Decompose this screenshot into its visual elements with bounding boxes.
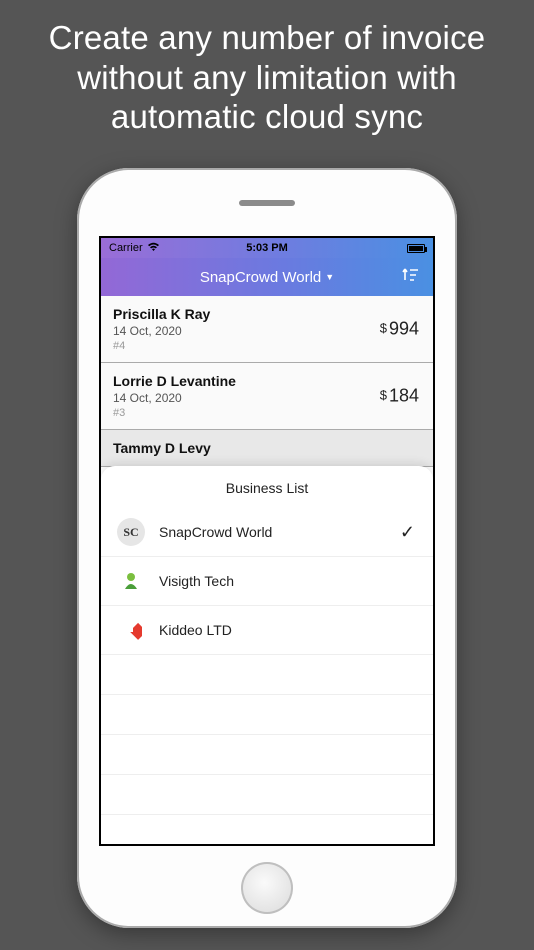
home-button[interactable] bbox=[241, 862, 293, 914]
promo-heading: Create any number of invoice without any… bbox=[0, 0, 534, 137]
clock-label: 5:03 PM bbox=[101, 242, 433, 254]
invoice-id: #4 bbox=[113, 340, 421, 352]
promo-line-2: without any limitation with bbox=[22, 58, 512, 98]
invoice-row[interactable]: Lorrie D Levantine 14 Oct, 2020 #3 $184 bbox=[101, 363, 433, 430]
chevron-down-icon: ▼ bbox=[325, 272, 334, 282]
promo-line-3: automatic cloud sync bbox=[22, 97, 512, 137]
business-logo-icon: SC bbox=[117, 518, 145, 546]
invoice-amount: $184 bbox=[380, 386, 419, 407]
sheet-title: Business List bbox=[101, 480, 433, 508]
phone-frame: Carrier 5:03 PM SnapCrowd World ▼ bbox=[77, 168, 457, 928]
nav-bar: SnapCrowd World ▼ bbox=[101, 258, 433, 296]
invoice-name: Priscilla K Ray bbox=[113, 306, 421, 322]
promo-line-1: Create any number of invoice bbox=[22, 18, 512, 58]
business-name: Kiddeo LTD bbox=[159, 622, 232, 638]
status-bar: Carrier 5:03 PM bbox=[101, 238, 433, 258]
business-item-snapcrowd[interactable]: SC SnapCrowd World ✓ bbox=[101, 508, 433, 557]
battery-icon bbox=[407, 244, 425, 253]
business-logo-icon bbox=[117, 567, 145, 595]
earpiece bbox=[239, 200, 295, 206]
invoice-list[interactable]: Priscilla K Ray 14 Oct, 2020 #4 $994 Lor… bbox=[101, 296, 433, 467]
invoice-row[interactable]: Tammy D Levy bbox=[101, 430, 433, 467]
business-item-visigth[interactable]: Visigth Tech bbox=[101, 557, 433, 606]
business-name: SnapCrowd World bbox=[159, 524, 272, 540]
business-name: Visigth Tech bbox=[159, 573, 234, 589]
invoice-date: 14 Oct, 2020 bbox=[113, 324, 421, 338]
list-separator bbox=[101, 775, 433, 815]
invoice-date: 14 Oct, 2020 bbox=[113, 391, 421, 405]
invoice-row[interactable]: Priscilla K Ray 14 Oct, 2020 #4 $994 bbox=[101, 296, 433, 363]
business-list-sheet: Business List SC SnapCrowd World ✓ Visig… bbox=[101, 466, 433, 844]
business-item-kiddeo[interactable]: Kiddeo LTD bbox=[101, 606, 433, 655]
invoice-name: Lorrie D Levantine bbox=[113, 373, 421, 389]
list-separator bbox=[101, 695, 433, 735]
screen: Carrier 5:03 PM SnapCrowd World ▼ bbox=[99, 236, 435, 846]
invoice-amount: $994 bbox=[380, 319, 419, 340]
checkmark-icon: ✓ bbox=[400, 522, 415, 543]
invoice-id: #3 bbox=[113, 407, 421, 419]
list-separator bbox=[101, 655, 433, 695]
invoice-name: Tammy D Levy bbox=[113, 440, 421, 456]
business-logo-icon bbox=[117, 616, 145, 644]
sort-icon[interactable] bbox=[401, 267, 421, 287]
list-separator bbox=[101, 735, 433, 775]
nav-title-label: SnapCrowd World bbox=[200, 269, 321, 286]
business-dropdown[interactable]: SnapCrowd World ▼ bbox=[200, 269, 334, 286]
